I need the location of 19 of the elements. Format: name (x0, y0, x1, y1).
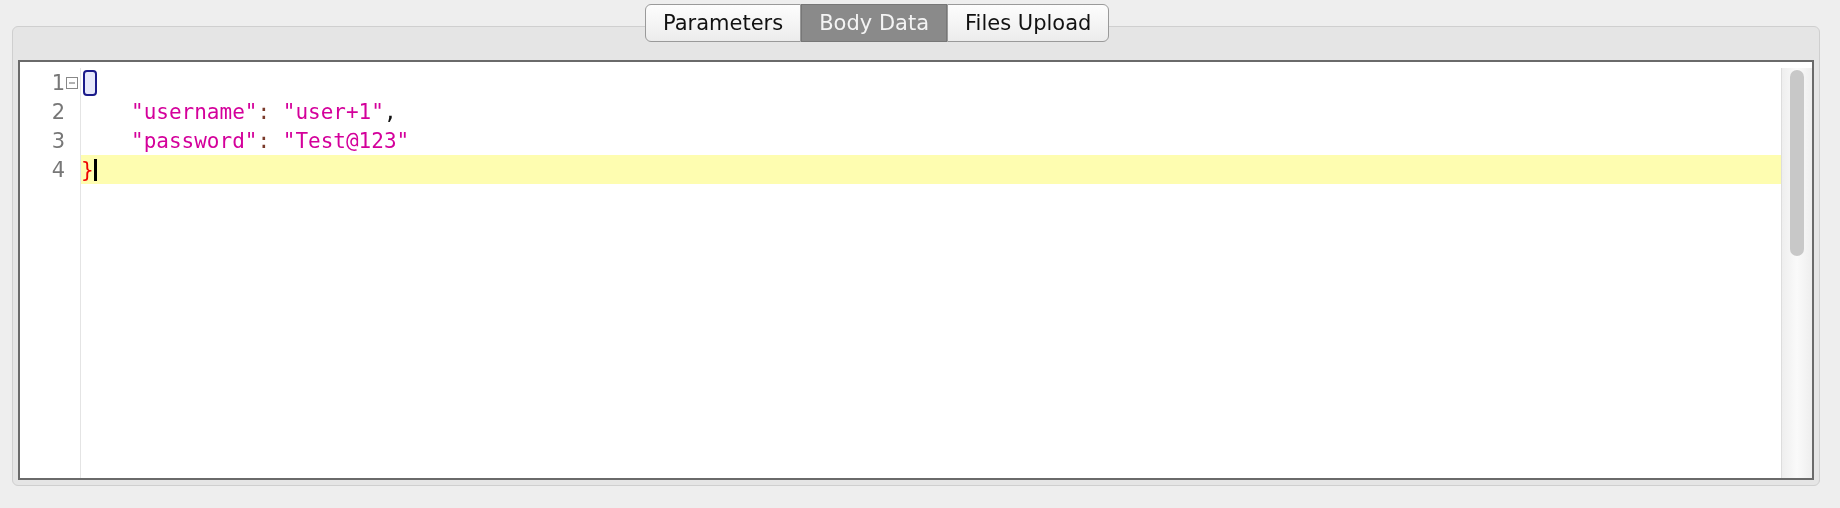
scrollbar-thumb[interactable] (1790, 70, 1804, 256)
tab[interactable]: Parameters (645, 4, 802, 42)
tab[interactable]: Files Upload (947, 4, 1110, 42)
line-number: 4 (51, 157, 65, 182)
bracket-match-marker (83, 69, 97, 96)
code-editor[interactable]: 1 2 3 4 "username": "user+1", "password": "Test@123" } (18, 60, 1814, 480)
code-token: "username" (131, 99, 258, 124)
text-caret (93, 158, 97, 181)
code-token: , (383, 99, 397, 124)
code-token: : (257, 128, 272, 153)
code-token: "Test@123" (282, 128, 410, 153)
line-number: 3 (51, 128, 65, 153)
line-number: 2 (51, 99, 65, 124)
line-number: 1 (51, 70, 65, 95)
code-token: } (81, 157, 94, 182)
code-token: "password" (131, 128, 258, 153)
code-token: "user+1" (282, 99, 384, 124)
collapse-icon[interactable] (66, 76, 78, 89)
code-token: : (257, 99, 272, 124)
